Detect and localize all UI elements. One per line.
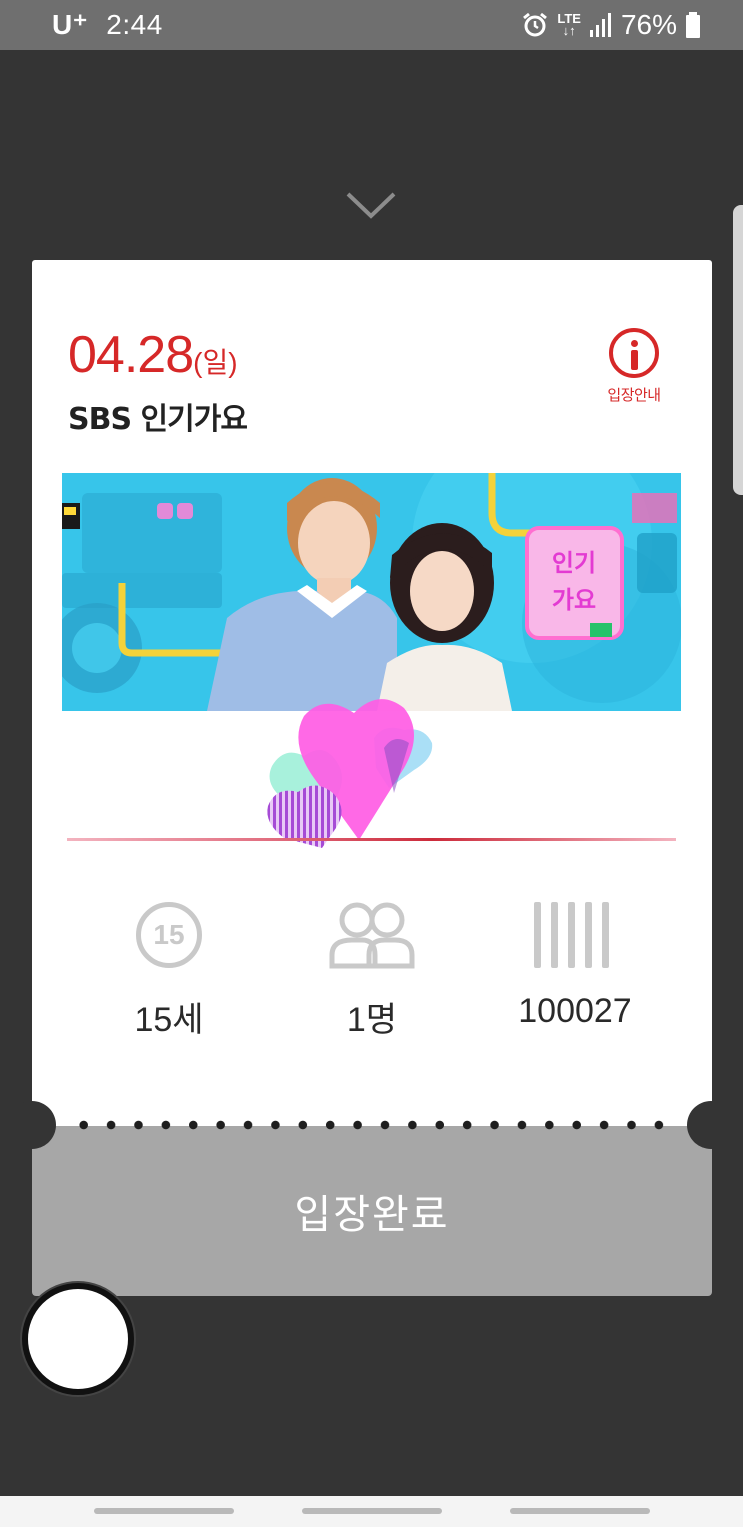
ticket-code-value: 100027 bbox=[518, 992, 632, 1030]
ticket-notch-right bbox=[687, 1101, 735, 1149]
battery-percent: 76% bbox=[620, 9, 677, 40]
age-badge-number: 15 bbox=[153, 919, 185, 950]
lte-icon: LTE ↓↑ bbox=[557, 12, 581, 38]
divider-line bbox=[67, 838, 676, 841]
age-rating-stat: 15 15세 bbox=[69, 900, 269, 1041]
hearts-decoration bbox=[267, 699, 433, 848]
banner-logo-line2: 가요 bbox=[552, 586, 596, 614]
show-banner-image: 인기 가요 bbox=[62, 473, 681, 711]
signal-icon bbox=[589, 13, 611, 37]
status-left: U⁺ 2:44 bbox=[52, 8, 163, 41]
info-icon bbox=[609, 328, 659, 378]
banner-logo-line1: 인기 bbox=[552, 549, 596, 577]
date-value: 04.28 bbox=[68, 326, 194, 384]
ticket-notch-left bbox=[8, 1101, 56, 1149]
age-rating-value: 15세 bbox=[134, 1001, 204, 1039]
chevron-down-icon[interactable] bbox=[345, 188, 397, 224]
people-count-value: 1명 bbox=[346, 1001, 398, 1039]
event-date: 04.28(일) bbox=[68, 325, 238, 385]
entry-complete-button[interactable]: 입장완료 bbox=[32, 1126, 712, 1296]
battery-icon bbox=[686, 12, 700, 38]
ticket-card: 04.28(일) SBS 인기가요 입장안내 인기 가요 15 15세 1명 1… bbox=[32, 260, 712, 1126]
clock: 2:44 bbox=[106, 9, 163, 40]
ticket-code-stat: 100027 bbox=[475, 900, 675, 1031]
date-weekday: (일) bbox=[193, 347, 238, 378]
data-arrows-icon: ↓↑ bbox=[562, 23, 576, 38]
side-scroll-tab[interactable] bbox=[733, 205, 743, 495]
banner-illustration: 인기 가요 bbox=[62, 473, 681, 711]
navigation-bar bbox=[0, 1496, 743, 1527]
entry-complete-label: 입장완료 bbox=[294, 1192, 450, 1238]
people-icon bbox=[329, 902, 415, 969]
nav-home-button[interactable] bbox=[302, 1508, 442, 1514]
people-count-stat: 1명 bbox=[272, 900, 472, 1041]
status-bar: U⁺ 2:44 LTE ↓↑ 76% bbox=[0, 0, 743, 50]
floating-action-button[interactable] bbox=[22, 1283, 134, 1395]
entry-info-button[interactable]: 입장안내 bbox=[596, 328, 672, 405]
carrier-label: U⁺ bbox=[52, 9, 88, 40]
show-title: SBS 인기가요 bbox=[68, 402, 248, 437]
age-rating-icon: 15 bbox=[136, 902, 202, 968]
perforation-line bbox=[70, 1120, 673, 1130]
status-right: LTE ↓↑ 76% bbox=[521, 8, 701, 42]
alarm-icon bbox=[523, 12, 548, 37]
nav-back-button[interactable] bbox=[510, 1508, 650, 1514]
barcode-icon bbox=[534, 902, 609, 968]
entry-info-label: 입장안내 bbox=[607, 386, 661, 404]
nav-recent-button[interactable] bbox=[94, 1508, 234, 1514]
